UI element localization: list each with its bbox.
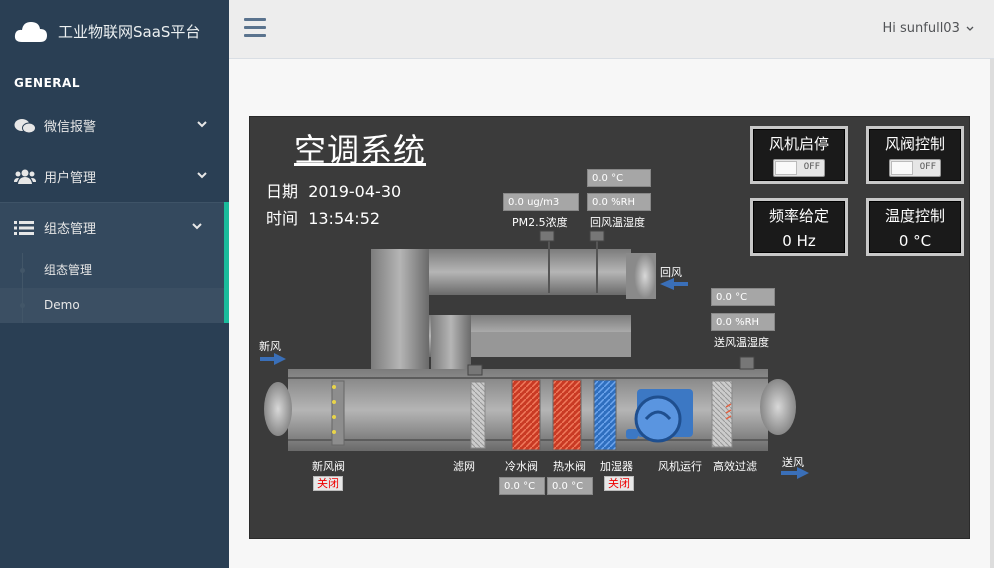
time-label: 时间 <box>266 209 299 228</box>
section-title: GENERAL <box>14 76 80 90</box>
brand[interactable]: 工业物联网SaaS平台 <box>0 0 229 62</box>
sidebar-item-user-management[interactable]: 用户管理 <box>0 151 229 202</box>
scrollbar[interactable] <box>990 59 994 568</box>
submenu-item-demo[interactable]: Demo <box>0 288 224 323</box>
sidebar-item-label: 用户管理 <box>44 171 97 186</box>
sidebar: 工业物联网SaaS平台 GENERAL 微信报警 用户管理 组态管理 组态管理 … <box>0 0 229 568</box>
return-air-label: 回风温湿度 <box>590 216 645 229</box>
pm25-label: PM2.5浓度 <box>512 216 568 229</box>
sidebar-item-config-management[interactable]: 组态管理 <box>0 202 229 253</box>
system-title: 空调系统 <box>294 131 427 169</box>
humidifier-label: 加湿器 <box>600 460 633 473</box>
sidebar-item-label: 组态管理 <box>44 222 97 237</box>
submenu-item-config[interactable]: 组态管理 <box>0 253 224 288</box>
cold-valve-label: 冷水阀 <box>505 460 538 473</box>
sidebar-item-label: 微信报警 <box>44 120 97 135</box>
time-row: 时间 13:54:52 <box>266 205 380 229</box>
sidebar-item-wechat-alarm[interactable]: 微信报警 <box>0 100 229 151</box>
supply-rh-readout: 0.0 %RH <box>711 313 775 331</box>
submenu: 组态管理 Demo <box>0 253 229 323</box>
app-title: 工业物联网SaaS平台 <box>58 22 201 41</box>
humidifier-status: 关闭 <box>604 476 634 491</box>
chevron-down-icon <box>197 172 207 179</box>
chevron-down-icon <box>966 26 974 31</box>
fresh-arrow-icon <box>260 353 286 365</box>
supply-air-label: 送风温湿度 <box>714 336 769 349</box>
return-rh-readout: 0.0 %RH <box>587 193 651 211</box>
temperature-control-button[interactable]: 温度控制 0 °C <box>866 198 964 256</box>
hepa-label: 高效过滤 <box>713 460 757 473</box>
return-label: 回风 <box>660 266 682 279</box>
cloud-icon <box>14 22 47 42</box>
damper-control-label: 风阀控制 <box>884 135 945 153</box>
menu-toggle-icon[interactable] <box>244 18 266 38</box>
fan-control-button[interactable]: 风机启停 OFF <box>750 126 848 184</box>
chevron-down-icon <box>192 223 202 230</box>
hot-valve-readout: 0.0 °C <box>547 477 593 495</box>
temperature-label: 温度控制 <box>884 207 945 225</box>
damper-toggle-state: OFF <box>919 162 936 172</box>
cold-valve-readout: 0.0 °C <box>499 477 545 495</box>
fresh-damper-label: 新风阀 <box>312 460 345 473</box>
top-nav: Hi sunfull03 <box>229 0 994 59</box>
date-value: 2019-04-30 <box>308 182 402 201</box>
fresh-damper-status: 关闭 <box>313 476 343 491</box>
hot-valve-label: 热水阀 <box>553 460 586 473</box>
supply-label: 送风 <box>782 456 804 469</box>
frequency-value: 0 Hz <box>782 232 816 250</box>
fresh-label: 新风 <box>259 340 281 353</box>
scada-panel: 空调系统 日期 2019-04-30 时间 13:54:52 风机启停 OFF … <box>249 116 970 539</box>
frequency-label: 频率给定 <box>768 207 829 225</box>
users-icon <box>14 169 36 184</box>
time-value: 13:54:52 <box>308 209 381 228</box>
frequency-setpoint-button[interactable]: 频率给定 0 Hz <box>750 198 848 256</box>
fan-control-label: 风机启停 <box>768 135 829 153</box>
damper-toggle[interactable]: OFF <box>889 159 941 177</box>
user-name: Hi sunfull03 <box>882 21 960 36</box>
list-icon <box>14 220 34 235</box>
filter-label: 滤网 <box>453 460 475 473</box>
return-temp-readout: 0.0 °C <box>587 169 651 187</box>
fan-run-label: 风机运行 <box>658 460 702 473</box>
date-label: 日期 <box>266 182 299 201</box>
date-row: 日期 2019-04-30 <box>266 178 401 202</box>
temperature-value: 0 °C <box>898 232 932 250</box>
wechat-icon <box>14 118 36 133</box>
damper-control-button[interactable]: 风阀控制 OFF <box>866 126 964 184</box>
supply-temp-readout: 0.0 °C <box>711 288 775 306</box>
chevron-down-icon <box>197 121 207 128</box>
pm25-readout: 0.0 ug/m3 <box>503 193 579 211</box>
user-menu[interactable]: Hi sunfull03 <box>883 21 975 36</box>
fan-toggle-state: OFF <box>803 162 820 172</box>
fan-toggle[interactable]: OFF <box>773 159 825 177</box>
